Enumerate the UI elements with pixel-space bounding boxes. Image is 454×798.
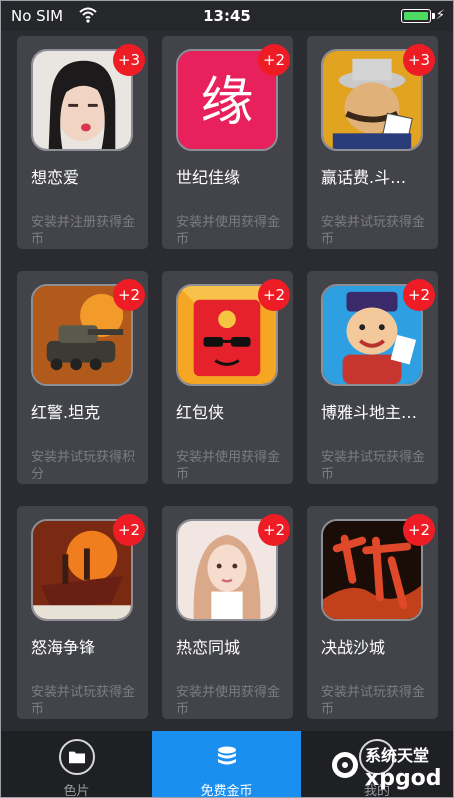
app-reward-description: 安装并试玩获得金币 <box>321 450 426 482</box>
charging-icon: ⚡ <box>435 8 445 23</box>
app-name: 热恋同城 <box>176 638 241 657</box>
tab-label: 免费金币 <box>200 784 253 798</box>
coin-badge: +3 <box>403 44 435 76</box>
app-name: 赢话费.斗… <box>321 168 407 187</box>
watermark-text-en: xpgod <box>365 766 442 791</box>
app-name: 红包侠 <box>176 403 225 422</box>
app-card[interactable]: +2 红包侠 安装并使用获得金币 <box>162 271 293 484</box>
app-name: 怒海争锋 <box>31 638 96 657</box>
app-card[interactable]: +2 博雅斗地主… 安装并试玩获得金币 <box>307 271 438 484</box>
xpgod-watermark: 系统天堂 xpgod <box>332 746 442 791</box>
coin-stack-icon <box>209 739 245 775</box>
app-reward-description: 安装并使用获得金币 <box>176 685 281 717</box>
tab-bar: 色片 免费金币 我的 系统天堂 xpgod <box>1 731 453 798</box>
app-name: 博雅斗地主… <box>321 403 418 422</box>
app-card[interactable]: +2 决战沙城 安装并试玩获得金币 <box>307 506 438 719</box>
offer-grid: +3 想恋爱 安装并注册获得金币 缘 +2 世纪佳缘 安装并使用获得金币 +3 … <box>1 31 453 731</box>
folder-icon <box>58 739 95 775</box>
coin-badge: +2 <box>113 514 145 546</box>
coin-badge: +2 <box>113 279 145 311</box>
app-card[interactable]: 缘 +2 世纪佳缘 安装并使用获得金币 <box>162 36 293 249</box>
status-bar: No SIM 13:45 ⚡ <box>1 1 453 31</box>
svg-text:缘: 缘 <box>201 72 254 133</box>
app-reward-description: 安装并注册获得金币 <box>31 215 136 247</box>
coin-badge: +2 <box>258 279 290 311</box>
app-card[interactable]: +2 热恋同城 安装并使用获得金币 <box>162 506 293 719</box>
coin-badge: +3 <box>113 44 145 76</box>
tab-videos[interactable]: 色片 <box>1 731 152 798</box>
app-name: 想恋爱 <box>31 168 80 187</box>
app-reward-description: 安装并试玩获得金币 <box>31 685 136 717</box>
app-reward-description: 安装并试玩获得金币 <box>321 215 426 247</box>
app-name: 决战沙城 <box>321 638 386 657</box>
app-card[interactable]: +2 怒海争锋 安装并试玩获得金币 <box>17 506 148 719</box>
app-name: 世纪佳缘 <box>176 168 241 187</box>
app-card[interactable]: +3 赢话费.斗… 安装并试玩获得金币 <box>307 36 438 249</box>
battery-icon <box>401 9 435 23</box>
coin-badge: +2 <box>258 514 290 546</box>
app-reward-description: 安装并使用获得金币 <box>176 215 281 247</box>
app-reward-description: 安装并使用获得金币 <box>176 450 281 482</box>
coin-badge: +2 <box>403 514 435 546</box>
app-reward-description: 安装并试玩获得积分 <box>31 450 136 482</box>
watermark-text-cn: 系统天堂 <box>365 746 429 765</box>
tab-label: 色片 <box>63 784 90 798</box>
coin-badge: +2 <box>258 44 290 76</box>
app-name: 红警.坦克 <box>31 403 101 422</box>
app-card[interactable]: +3 想恋爱 安装并注册获得金币 <box>17 36 148 249</box>
clock: 13:45 <box>203 7 251 25</box>
app-card[interactable]: +2 红警.坦克 安装并试玩获得积分 <box>17 271 148 484</box>
tab-free-coins[interactable]: 免费金币 <box>152 731 301 798</box>
coin-badge: +2 <box>403 279 435 311</box>
app-reward-description: 安装并试玩获得金币 <box>321 685 426 717</box>
